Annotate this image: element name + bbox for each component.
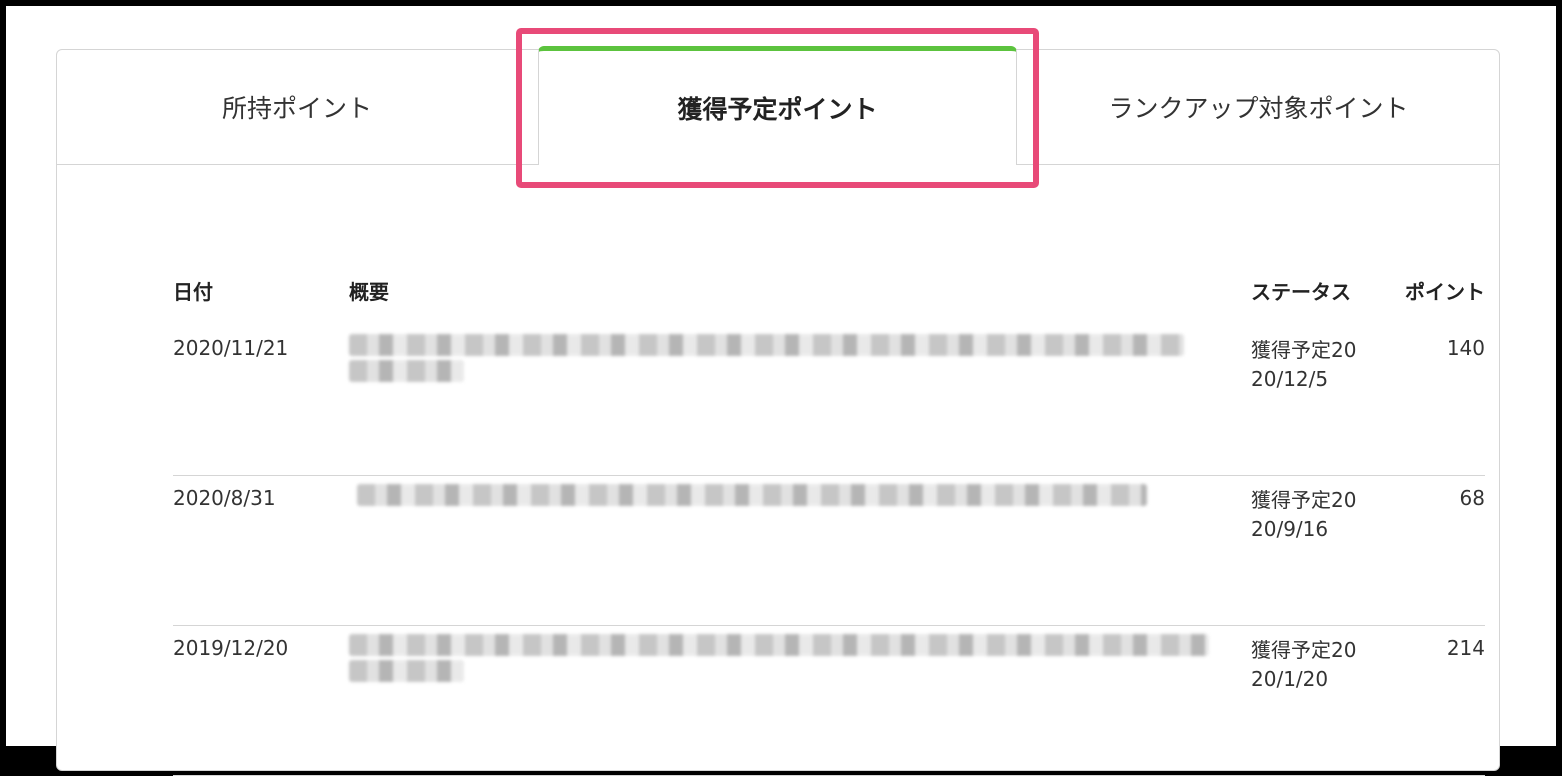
column-header-date: 日付 [173,280,213,304]
tab-bar: 所持ポイント 獲得予定ポイント ランクアップ対象ポイント [57,46,1499,165]
column-header-summary: 概要 [349,280,389,304]
table-row: 2020/8/31 獲得予定2020/9/16 68 [173,476,1485,626]
row-status: 獲得予定2020/9/16 [1251,488,1357,541]
column-header-status: ステータス [1251,280,1351,304]
row-date: 2020/8/31 [173,486,276,510]
tab-rankup-points[interactable]: ランクアップ対象ポイント [1018,50,1499,164]
row-date: 2020/11/21 [173,336,289,360]
row-status: 獲得予定2020/1/20 [1251,638,1357,691]
table-row: 2019/12/20 獲得予定2020/1/20 214 [173,626,1485,776]
row-points: 68 [1459,486,1485,510]
tab-scheduled-points[interactable]: 獲得予定ポイント [538,46,1017,165]
column-header-points: ポイント [1405,280,1485,304]
row-points: 140 [1446,336,1485,360]
points-panel: 所持ポイント 獲得予定ポイント ランクアップ対象ポイント 日付 概要 ステータス… [56,46,1500,776]
row-status: 獲得予定2020/12/5 [1251,338,1357,391]
table-row: 2020/11/21 獲得予定2020/12/5 140 [173,326,1485,476]
tab-owned-points[interactable]: 所持ポイント [57,50,537,164]
row-points: 214 [1446,636,1485,660]
page-frame: 所持ポイント 獲得予定ポイント ランクアップ対象ポイント 日付 概要 ステータス… [6,6,1556,776]
row-summary-redacted [349,334,1209,394]
row-date: 2019/12/20 [173,636,289,660]
row-summary-redacted [349,634,1209,694]
row-summary-redacted [349,484,1209,544]
